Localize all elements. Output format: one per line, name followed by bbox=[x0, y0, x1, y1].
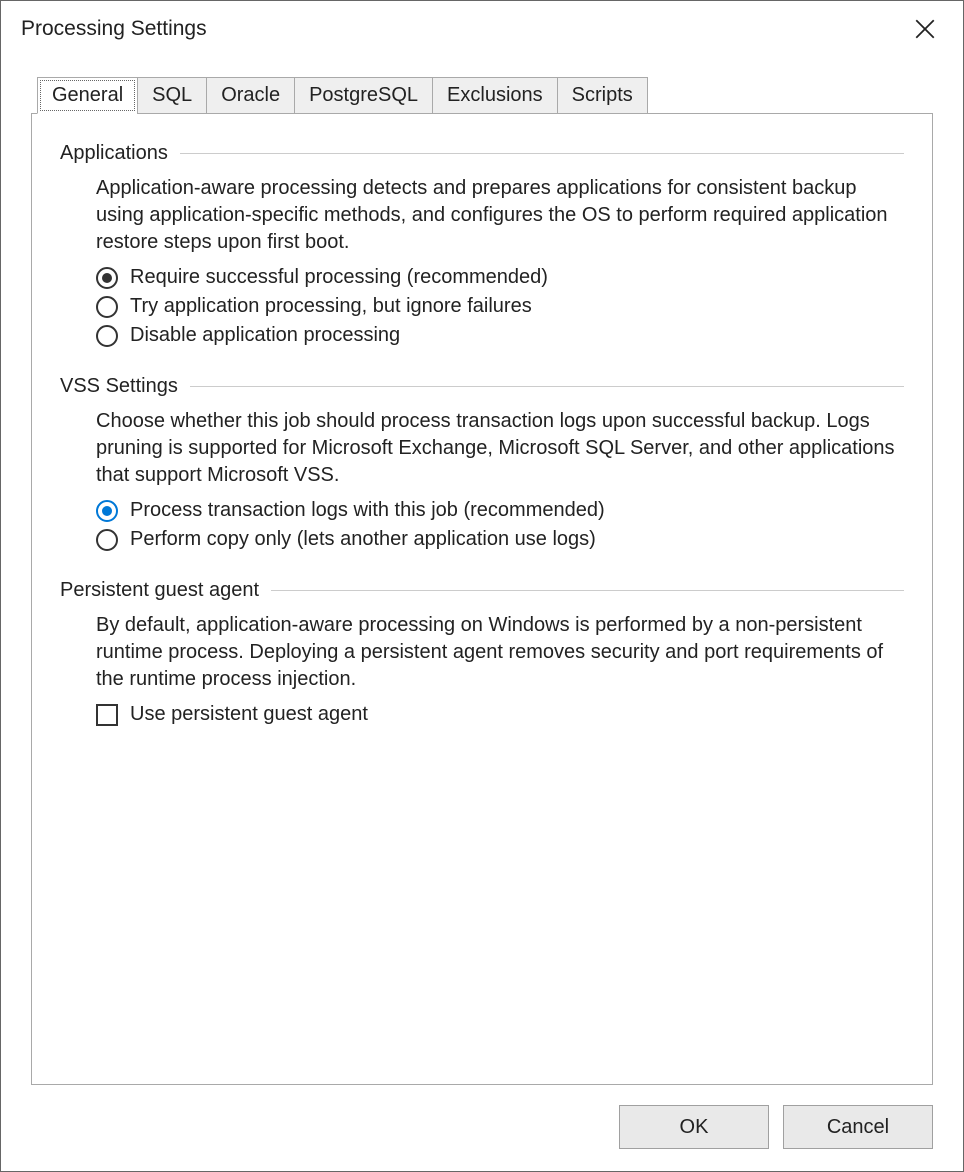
radio-try-ignore-failures[interactable]: Try application processing, but ignore f… bbox=[96, 295, 904, 318]
agent-description: By default, application-aware processing… bbox=[96, 612, 904, 693]
divider-line bbox=[190, 386, 904, 387]
cancel-button[interactable]: Cancel bbox=[783, 1105, 933, 1149]
group-persistent-agent: Persistent guest agent By default, appli… bbox=[60, 579, 904, 726]
radio-label: Try application processing, but ignore f… bbox=[130, 295, 532, 318]
group-title-agent: Persistent guest agent bbox=[60, 579, 271, 602]
tab-panel-general: Applications Application-aware processin… bbox=[31, 113, 933, 1085]
dialog-footer: OK Cancel bbox=[1, 1085, 963, 1171]
tab-postgresql[interactable]: PostgreSQL bbox=[294, 77, 433, 114]
tab-exclusions[interactable]: Exclusions bbox=[432, 77, 558, 114]
tab-scripts[interactable]: Scripts bbox=[557, 77, 648, 114]
divider-line bbox=[271, 590, 904, 591]
window-title: Processing Settings bbox=[21, 17, 207, 41]
radio-icon bbox=[96, 267, 118, 289]
titlebar: Processing Settings bbox=[1, 1, 963, 53]
radio-copy-only[interactable]: Perform copy only (lets another applicat… bbox=[96, 528, 904, 551]
radio-require-successful[interactable]: Require successful processing (recommend… bbox=[96, 266, 904, 289]
radio-icon bbox=[96, 500, 118, 522]
divider-line bbox=[180, 153, 904, 154]
tab-general[interactable]: General bbox=[37, 77, 138, 114]
dialog-window: Processing Settings General SQL Oracle P… bbox=[0, 0, 964, 1172]
radio-process-logs[interactable]: Process transaction logs with this job (… bbox=[96, 499, 904, 522]
group-title-applications: Applications bbox=[60, 142, 180, 165]
tab-sql[interactable]: SQL bbox=[137, 77, 207, 114]
group-header: Persistent guest agent bbox=[60, 579, 904, 602]
radio-label: Require successful processing (recommend… bbox=[130, 266, 548, 289]
radio-disable-processing[interactable]: Disable application processing bbox=[96, 324, 904, 347]
ok-button[interactable]: OK bbox=[619, 1105, 769, 1149]
checkbox-icon bbox=[96, 704, 118, 726]
group-title-vss: VSS Settings bbox=[60, 375, 190, 398]
close-icon bbox=[915, 19, 935, 39]
tabstrip: General SQL Oracle PostgreSQL Exclusions… bbox=[31, 77, 933, 114]
tab-oracle[interactable]: Oracle bbox=[206, 77, 295, 114]
group-vss-settings: VSS Settings Choose whether this job sho… bbox=[60, 375, 904, 551]
vss-description: Choose whether this job should process t… bbox=[96, 408, 904, 489]
group-applications: Applications Application-aware processin… bbox=[60, 142, 904, 347]
radio-label: Process transaction logs with this job (… bbox=[130, 499, 605, 522]
radio-icon bbox=[96, 325, 118, 347]
dialog-body: General SQL Oracle PostgreSQL Exclusions… bbox=[1, 53, 963, 1085]
group-header: VSS Settings bbox=[60, 375, 904, 398]
radio-label: Perform copy only (lets another applicat… bbox=[130, 528, 596, 551]
radio-icon bbox=[96, 296, 118, 318]
checkbox-persistent-agent[interactable]: Use persistent guest agent bbox=[96, 703, 904, 726]
radio-icon bbox=[96, 529, 118, 551]
applications-description: Application-aware processing detects and… bbox=[96, 175, 904, 256]
group-header: Applications bbox=[60, 142, 904, 165]
checkbox-label: Use persistent guest agent bbox=[130, 703, 368, 726]
radio-label: Disable application processing bbox=[130, 324, 400, 347]
close-button[interactable] bbox=[905, 9, 945, 49]
